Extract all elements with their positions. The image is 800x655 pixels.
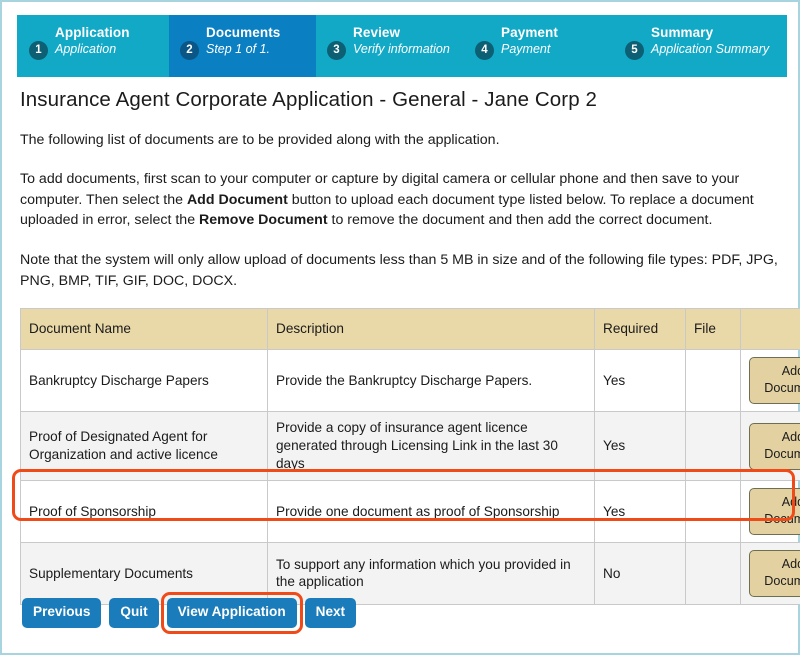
step-number-badge: 4 <box>475 41 494 60</box>
add-document-button[interactable]: Add Document <box>749 357 800 405</box>
step-subtitle: Application <box>55 41 117 56</box>
instructions-paragraph: To add documents, first scan to your com… <box>20 169 788 231</box>
step-title: Documents <box>206 25 281 40</box>
table-head: Document Name Description Required File <box>20 308 800 351</box>
progress-step-bar: 1 Application Application 2 Documents St… <box>17 15 787 77</box>
cell-file <box>685 411 741 481</box>
previous-button[interactable]: Previous <box>22 598 102 628</box>
documents-table: Document Name Description Required File … <box>20 308 800 605</box>
step-subtitle: Verify information <box>353 41 450 56</box>
step-number-badge: 3 <box>327 41 346 60</box>
next-button[interactable]: Next <box>304 598 357 628</box>
step-text: Summary Application Summary <box>651 24 787 57</box>
cell-action: Add Document <box>740 349 800 413</box>
step-subtitle: Application Summary <box>651 41 770 56</box>
cell-description: To support any information which you pro… <box>267 541 595 605</box>
documents-table-wrapper: Document Name Description Required File … <box>12 308 800 605</box>
cell-file <box>685 349 741 413</box>
cell-file <box>685 479 741 543</box>
add-document-button[interactable]: Add Document <box>749 422 800 470</box>
instructions-bold-remove-document: Remove Document <box>199 212 328 229</box>
step-text: Application Application <box>55 24 169 57</box>
add-document-button[interactable]: Add Document <box>749 549 800 597</box>
cell-document-name: Bankruptcy Discharge Papers <box>20 349 268 413</box>
cell-document-name: Supplementary Documents <box>20 541 268 605</box>
page-title: Insurance Agent Corporate Application - … <box>20 88 598 111</box>
cell-description: Provide one document as proof of Sponsor… <box>267 479 595 543</box>
table-row: Proof of Sponsorship Provide one documen… <box>20 479 800 543</box>
column-header-description: Description <box>267 308 595 351</box>
application-page: 1 Application Application 2 Documents St… <box>0 0 800 655</box>
cell-description: Provide a copy of insurance agent licenc… <box>267 411 595 481</box>
note-paragraph: Note that the system will only allow upl… <box>20 251 778 289</box>
column-header-document-name: Document Name <box>20 308 268 351</box>
footer-button-bar: Previous Quit View Application Next <box>22 592 357 634</box>
instructions-part-3: to remove the document and then add the … <box>327 212 713 229</box>
column-header-action <box>740 308 800 351</box>
view-application-highlight-annotation: View Application <box>160 592 303 634</box>
step-subtitle: Step 1 of 1. <box>206 41 270 56</box>
step-item-summary[interactable]: 5 Summary Application Summary <box>614 15 787 77</box>
step-item-application[interactable]: 1 Application Application <box>17 15 169 77</box>
add-document-button[interactable]: Add Document <box>749 487 800 535</box>
table-header-row: Document Name Description Required File <box>20 308 800 351</box>
table-row: Supplementary Documents To support any i… <box>20 541 800 605</box>
step-number-badge: 2 <box>180 41 199 60</box>
step-title: Summary <box>651 25 714 40</box>
step-title: Review <box>353 25 401 40</box>
step-number-badge: 5 <box>625 41 644 60</box>
step-text: Payment Payment <box>501 24 614 57</box>
main-content: Insurance Agent Corporate Application - … <box>12 88 800 605</box>
intro-paragraph: The following list of documents are to b… <box>20 131 500 148</box>
cell-required: Yes <box>594 479 686 543</box>
step-item-payment[interactable]: 4 Payment Payment <box>464 15 614 77</box>
step-subtitle: Payment <box>501 41 551 56</box>
cell-required: Yes <box>594 349 686 413</box>
cell-file <box>685 541 741 605</box>
quit-button[interactable]: Quit <box>109 598 159 628</box>
view-application-button[interactable]: View Application <box>166 598 297 628</box>
cell-required: No <box>594 541 686 605</box>
table-row: Proof of Designated Agent for Organizati… <box>20 411 800 481</box>
column-header-required: Required <box>594 308 686 351</box>
step-number-badge: 1 <box>29 41 48 60</box>
cell-required: Yes <box>594 411 686 481</box>
step-title: Application <box>55 25 130 40</box>
cell-action: Add Document <box>740 479 800 543</box>
table-body: Bankruptcy Discharge Papers Provide the … <box>20 349 800 605</box>
step-item-documents[interactable]: 2 Documents Step 1 of 1. <box>169 15 316 77</box>
step-title: Payment <box>501 25 558 40</box>
step-text: Documents Step 1 of 1. <box>206 24 316 57</box>
cell-action: Add Document <box>740 541 800 605</box>
step-item-review[interactable]: 3 Review Verify information <box>316 15 464 77</box>
cell-description: Provide the Bankruptcy Discharge Papers. <box>267 349 595 413</box>
instructions-bold-add-document: Add Document <box>186 191 288 208</box>
cell-document-name: Proof of Sponsorship <box>20 479 268 543</box>
column-header-file: File <box>685 308 741 351</box>
cell-document-name: Proof of Designated Agent for Organizati… <box>20 411 268 481</box>
step-text: Review Verify information <box>353 24 464 57</box>
table-row: Bankruptcy Discharge Papers Provide the … <box>20 349 800 413</box>
cell-action: Add Document <box>740 411 800 481</box>
